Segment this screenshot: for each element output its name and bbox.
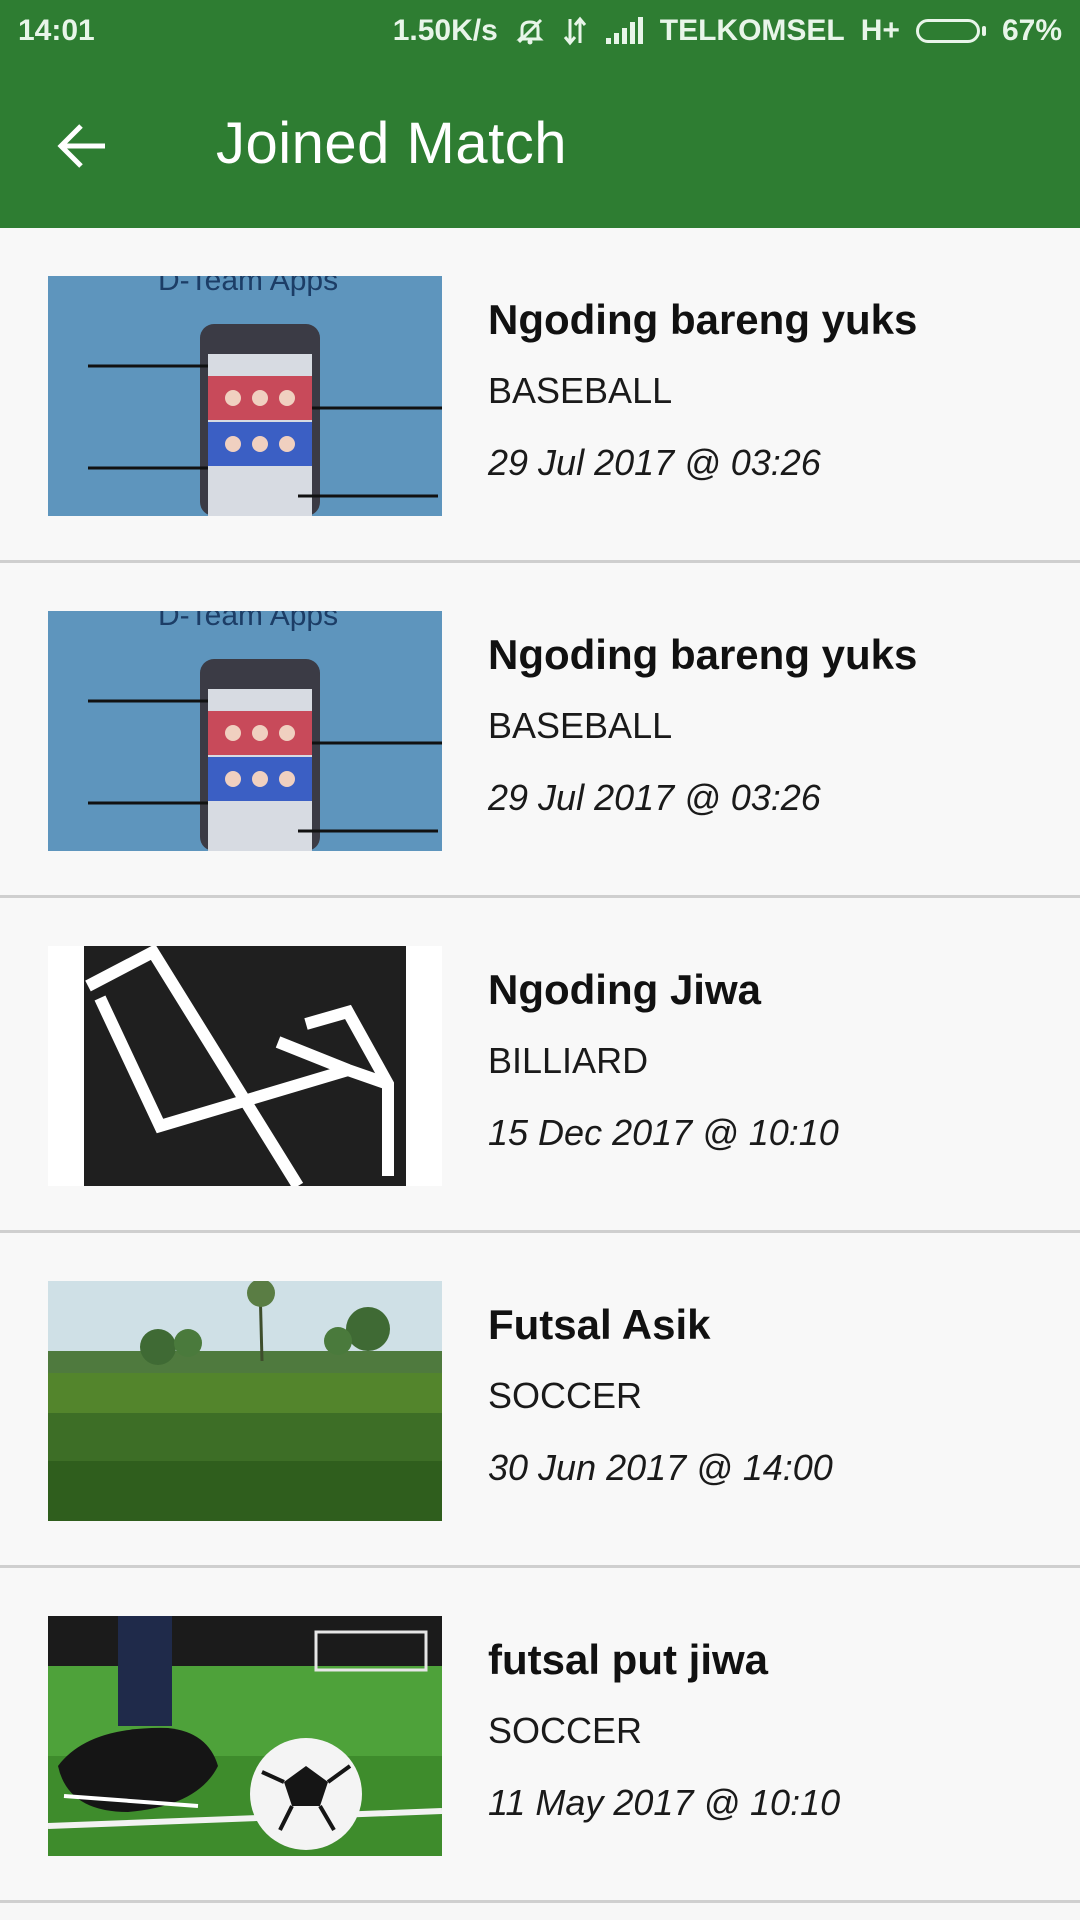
data-transfer-icon	[562, 15, 588, 47]
match-name: Ngoding bareng yuks	[488, 631, 918, 678]
mute-icon	[514, 15, 546, 47]
match-sport: BILLIARD	[488, 1040, 649, 1081]
signal-icon	[604, 16, 644, 46]
match-name: Ngoding bareng yuks	[488, 296, 918, 343]
match-sport: SOCCER	[488, 1375, 643, 1416]
match-thumbnail: D-Team Apps	[48, 611, 442, 851]
match-item[interactable]: D-Team Apps Ngoding bareng yuks BASEBALL…	[0, 563, 1080, 898]
match-thumbnail	[48, 1281, 442, 1521]
app-bar: Joined Match	[0, 62, 1080, 228]
match-thumbnail	[48, 946, 442, 1186]
match-sport: BASEBALL	[488, 705, 673, 746]
page-title: Joined Match	[216, 111, 567, 176]
match-list: D-Team Apps Ngoding bareng yuks BASEBALL…	[0, 228, 1080, 1903]
battery-percent: 67%	[1001, 14, 1062, 47]
match-thumbnail: D-Team Apps	[48, 276, 442, 516]
status-bar: 14:01 1.50K/s TELKOMSEL H+ 67%	[0, 0, 1080, 62]
carrier-name: TELKOMSEL	[659, 14, 845, 47]
match-item[interactable]: Futsal Asik SOCCER 30 Jun 2017 @ 14:00	[0, 1233, 1080, 1568]
svg-text:D-Team Apps: D-Team Apps	[158, 276, 338, 297]
match-datetime: 29 Jul 2017 @ 03:26	[488, 442, 821, 483]
match-datetime: 30 Jun 2017 @ 14:00	[488, 1447, 833, 1488]
match-item[interactable]: Ngoding Jiwa BILLIARD 15 Dec 2017 @ 10:1…	[0, 898, 1080, 1233]
match-item[interactable]: D-Team Apps Ngoding bareng yuks BASEBALL…	[0, 228, 1080, 563]
match-datetime: 15 Dec 2017 @ 10:10	[488, 1112, 839, 1153]
match-item[interactable]: futsal put jiwa SOCCER 11 May 2017 @ 10:…	[0, 1568, 1080, 1903]
match-sport: SOCCER	[488, 1710, 643, 1751]
status-time: 14:01	[18, 14, 95, 47]
network-type: H+	[860, 14, 900, 47]
match-name: futsal put jiwa	[488, 1636, 769, 1683]
match-datetime: 11 May 2017 @ 10:10	[488, 1782, 841, 1823]
battery-icon	[915, 19, 986, 43]
arrow-back-icon[interactable]	[50, 114, 114, 178]
match-datetime: 29 Jul 2017 @ 03:26	[488, 777, 821, 818]
network-speed: 1.50K/s	[392, 14, 498, 47]
svg-text:D-Team Apps: D-Team Apps	[158, 611, 338, 632]
match-thumbnail	[48, 1616, 442, 1856]
match-sport: BASEBALL	[488, 370, 673, 411]
match-name: Futsal Asik	[488, 1301, 711, 1348]
match-name: Ngoding Jiwa	[488, 966, 761, 1013]
